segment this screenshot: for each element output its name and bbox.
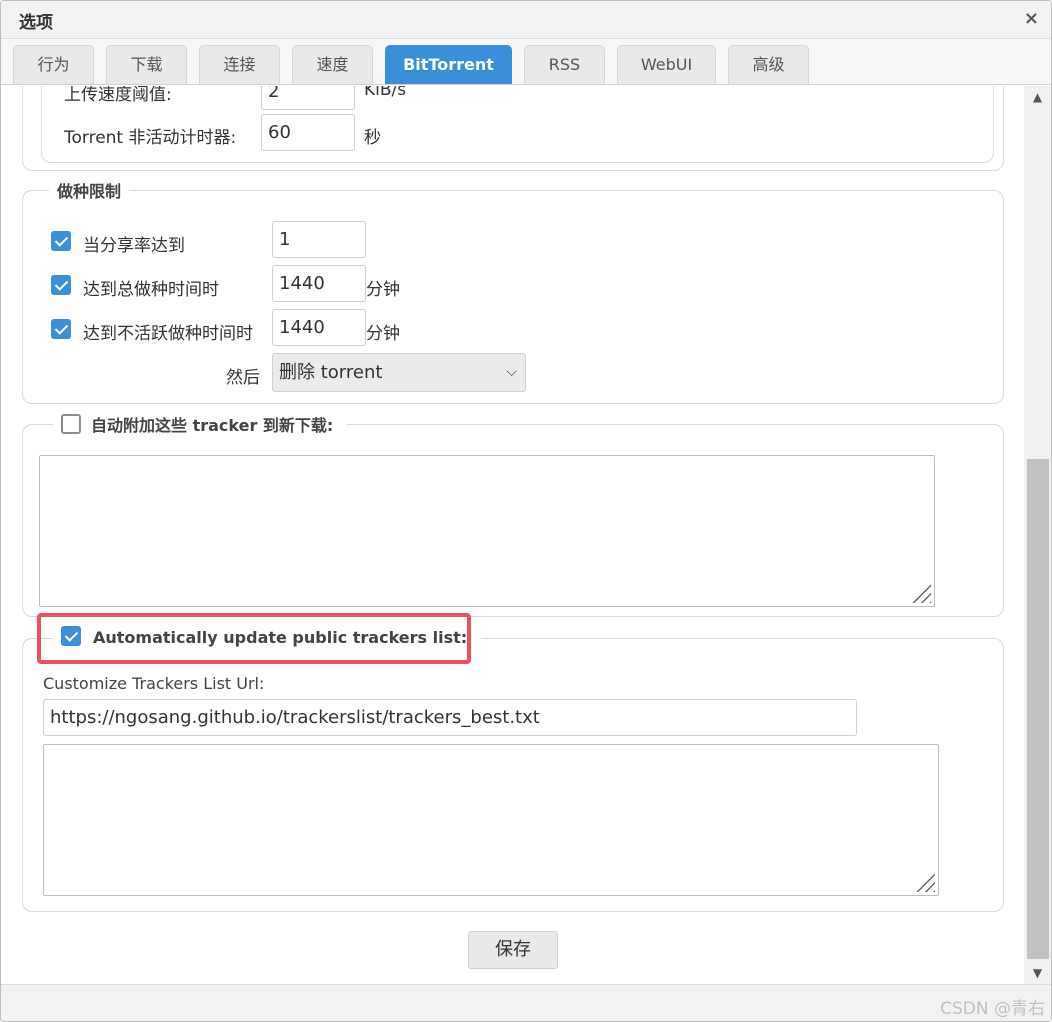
seed-time-checkbox[interactable] [51, 275, 71, 295]
highlight-box [37, 613, 471, 664]
upload-threshold-input[interactable]: 2 [261, 86, 355, 110]
scroll-down-icon[interactable]: ▼ [1024, 962, 1051, 984]
ratio-checkbox[interactable] [51, 231, 71, 251]
then-action-select[interactable]: 删除 torrent ⌵ [272, 353, 526, 392]
seeding-limits-legend: 做种限制 [49, 178, 130, 202]
add-trackers-legend: 自动附加这些 tracker 到新下载: [91, 416, 334, 435]
seed-time-input[interactable]: 1440 [272, 265, 366, 302]
seed-time-label: 达到总做种时间时 [83, 280, 219, 300]
dialog-title: 选项 [19, 13, 53, 33]
then-action-value: 删除 torrent [279, 362, 383, 383]
tab-behavior[interactable]: 行为 [13, 45, 94, 84]
queue-inner-group: 上传速度阈值: 2 KiB/s Torrent 非活动计时器: 60 秒 [41, 86, 994, 163]
options-dialog: 选项 × 行为 下载 连接 速度 BitTorrent RSS WebUI 高级… [0, 0, 1052, 1022]
inactive-timer-unit: 秒 [364, 128, 381, 148]
add-trackers-group: 自动附加这些 tracker 到新下载: [22, 412, 1004, 617]
watermark: CSDN @青右 [940, 999, 1045, 1019]
inactive-time-unit: 分钟 [366, 324, 400, 344]
upload-threshold-label: 上传速度阈值: [64, 86, 172, 105]
inactive-time-label: 达到不活跃做种时间时 [83, 324, 253, 344]
seed-time-unit: 分钟 [366, 280, 400, 300]
tab-downloads[interactable]: 下载 [106, 45, 187, 84]
resize-grip-icon[interactable] [911, 583, 931, 603]
upload-threshold-unit: KiB/s [364, 86, 407, 100]
title-bar: 选项 × [1, 1, 1051, 39]
close-icon[interactable]: × [1024, 8, 1039, 29]
seeding-limits-group: 做种限制 当分享率达到 1 达到总做种时间时 1440 分钟 达到不活跃做种时间… [22, 178, 1004, 404]
add-trackers-checkbox[interactable] [61, 414, 81, 434]
inactive-timer-input[interactable]: 60 [261, 114, 355, 151]
tab-webui[interactable]: WebUI [617, 45, 716, 84]
scroll-thumb[interactable] [1027, 459, 1049, 959]
public-trackers-textarea[interactable] [43, 744, 939, 896]
ratio-input[interactable]: 1 [272, 221, 366, 258]
tab-rss[interactable]: RSS [524, 45, 605, 84]
tab-bittorrent[interactable]: BitTorrent [385, 45, 512, 84]
add-trackers-legend-wrap: 自动附加这些 tracker 到新下载: [53, 412, 348, 436]
resize-grip-icon[interactable] [915, 872, 935, 892]
tab-advanced[interactable]: 高级 [728, 45, 809, 84]
public-trackers-group: Automatically update public trackers lis… [22, 626, 1004, 912]
dialog-footer [1, 984, 1051, 1021]
add-trackers-textarea[interactable] [39, 455, 935, 607]
trackers-url-label: Customize Trackers List Url: [43, 674, 265, 693]
vertical-scrollbar[interactable]: ▲ ▼ [1024, 86, 1051, 984]
inactive-time-checkbox[interactable] [51, 319, 71, 339]
save-button[interactable]: 保存 [468, 931, 558, 969]
tab-speed[interactable]: 速度 [292, 45, 373, 84]
tab-connection[interactable]: 连接 [199, 45, 280, 84]
then-label: 然后 [226, 368, 260, 388]
chevron-down-icon: ⌵ [506, 364, 517, 380]
tab-bar: 行为 下载 连接 速度 BitTorrent RSS WebUI 高级 [1, 39, 1051, 85]
ratio-label: 当分享率达到 [83, 236, 185, 256]
inactive-timer-label: Torrent 非活动计时器: [64, 128, 237, 148]
inactive-time-input[interactable]: 1440 [272, 309, 366, 346]
scroll-up-icon[interactable]: ▲ [1024, 86, 1051, 108]
trackers-url-input[interactable]: https://ngosang.github.io/trackerslist/t… [43, 699, 857, 736]
options-content: 上传速度阈值: 2 KiB/s Torrent 非活动计时器: 60 秒 做种限… [1, 86, 1023, 984]
